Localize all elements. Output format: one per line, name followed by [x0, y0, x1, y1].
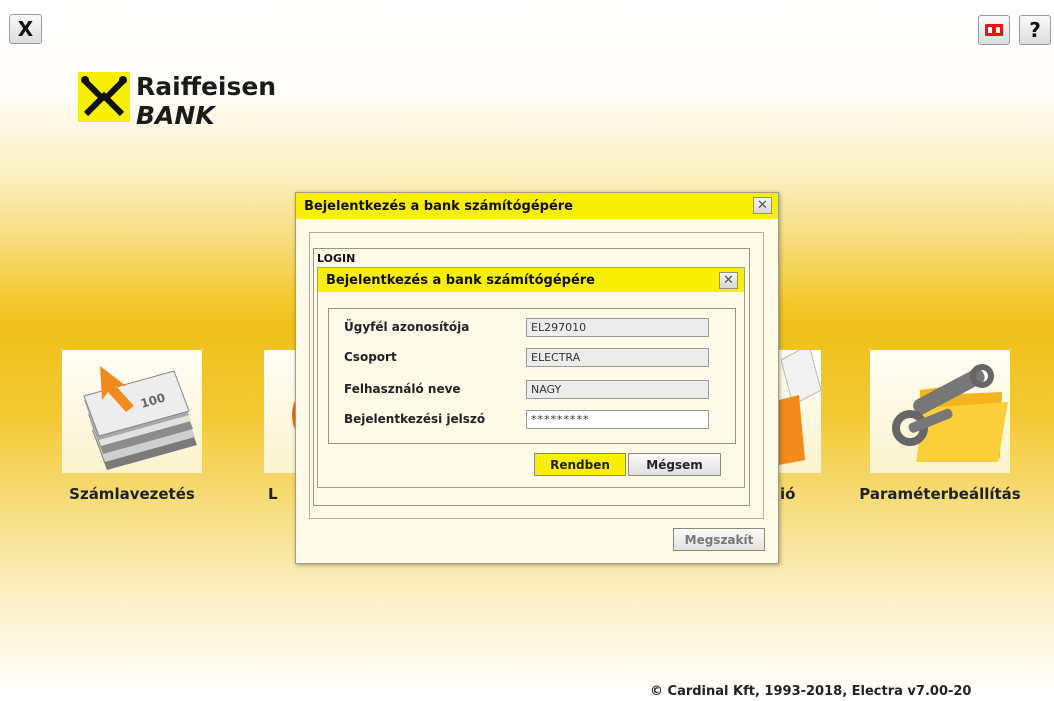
tile-label-szamlavezetes: Számlavezetés: [69, 485, 195, 503]
field-label: Csoport: [344, 350, 397, 364]
abort-button[interactable]: Megszakít: [673, 528, 765, 551]
field-label: Felhasználó neve: [344, 382, 461, 396]
inner-dialog-title: Bejelentkezés a bank számítógépére: [326, 272, 596, 288]
field-password: Bejelentkezési jelszó *********: [344, 409, 724, 429]
tile-folder-documents[interactable]: [779, 344, 822, 473]
login-fields-box: Ügyfél azonosítója EL297010 Csoport ELEC…: [328, 308, 736, 444]
outer-login-dialog: Bejelentkezés a bank számítógépére ✕ LOG…: [295, 192, 779, 564]
field-label: Ügyfél azonosítója: [344, 320, 470, 334]
client-id-input[interactable]: EL297010: [526, 317, 709, 337]
password-input[interactable]: *********: [526, 409, 709, 429]
logo-line2: BANK: [136, 101, 215, 130]
field-username: Felhasználó neve NAGY: [344, 379, 724, 399]
app-close-button[interactable]: X: [9, 14, 42, 44]
inner-dialog-close-button[interactable]: ✕: [719, 272, 738, 289]
inner-login-dialog: Bejelentkezés a bank számítógépére ✕ Ügy…: [317, 267, 745, 488]
raiffeisen-logo: Raiffeisen BANK: [78, 72, 276, 130]
tile-label-folder-documents: ió: [780, 485, 796, 503]
outer-dialog-close-button[interactable]: ✕: [753, 197, 772, 214]
inner-dialog-titlebar: Bejelentkezés a bank számítógépére ✕: [318, 268, 744, 292]
folder-tools-icon: [892, 364, 1008, 462]
tile-label-hidden: L: [268, 485, 278, 503]
partially-hidden-icon: [292, 395, 312, 435]
field-client-id: Ügyfél azonosítója EL297010: [344, 317, 724, 337]
folder-documents-icon: [779, 344, 822, 465]
tile-hidden[interactable]: [264, 350, 312, 473]
outer-dialog-titlebar: Bejelentkezés a bank számítógépére ✕: [296, 193, 778, 219]
close-icon: ✕: [723, 273, 734, 288]
copyright-footer: © Cardinal Kft, 1993-2018, Electra v7.00…: [650, 684, 972, 699]
logo-line1: Raiffeisen: [136, 72, 277, 101]
field-group: Csoport ELECTRA: [344, 347, 724, 367]
display-mode-icon: [985, 24, 1003, 36]
raiffeisen-gable-icon: [78, 72, 130, 122]
close-icon: ✕: [757, 198, 768, 213]
help-button[interactable]: ?: [1019, 15, 1051, 45]
cancel-button[interactable]: Mégsem: [628, 453, 721, 476]
group-input[interactable]: ELECTRA: [526, 347, 709, 367]
tile-szamlavezetes[interactable]: 100: [62, 350, 202, 473]
display-mode-button[interactable]: [978, 15, 1010, 45]
money-transfer-icon: 100: [83, 366, 197, 470]
username-input[interactable]: NAGY: [526, 379, 709, 399]
tile-parameterbeallitas[interactable]: [870, 350, 1010, 473]
login-section-label: LOGIN: [317, 252, 356, 265]
outer-dialog-title: Bejelentkezés a bank számítógépére: [304, 198, 574, 214]
login-group: LOGIN Bejelentkezés a bank számítógépére…: [313, 248, 750, 506]
tile-label-parameterbeallitas: Paraméterbeállítás: [859, 485, 1021, 503]
field-label: Bejelentkezési jelszó: [344, 412, 486, 426]
ok-button[interactable]: Rendben: [534, 453, 626, 476]
